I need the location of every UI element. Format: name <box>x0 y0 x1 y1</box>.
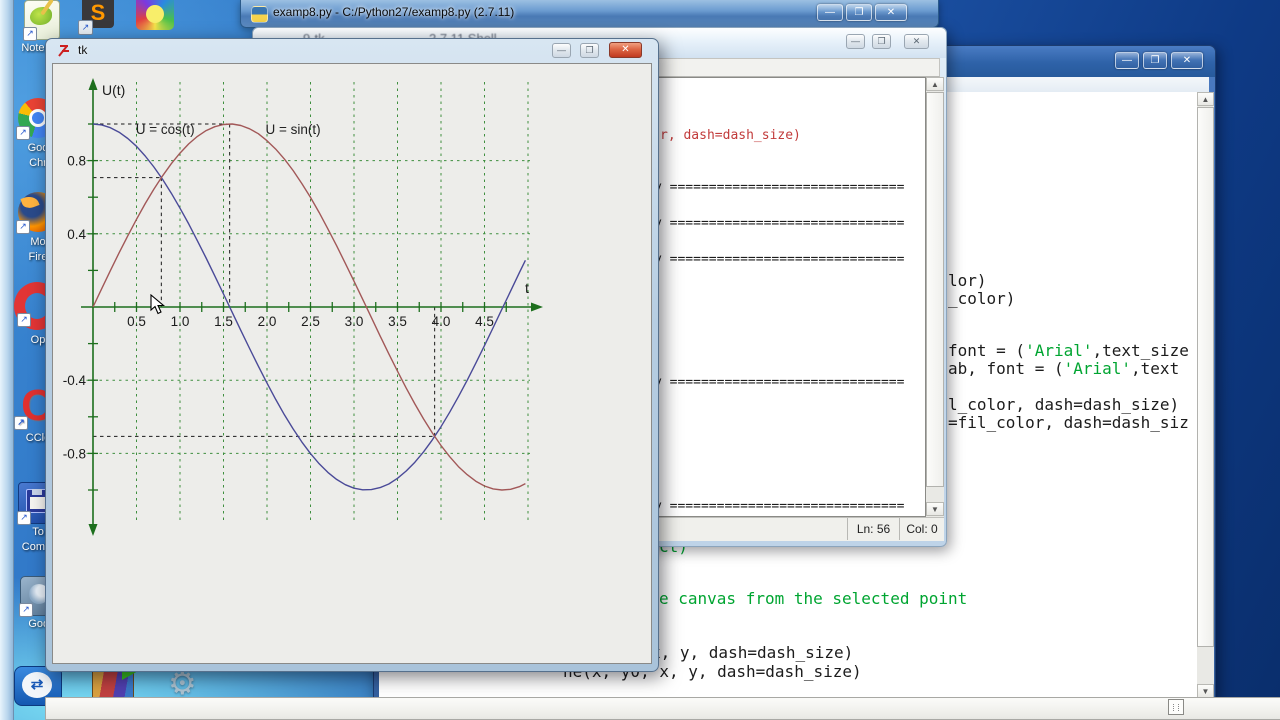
status-line-number: Ln: 56 <box>847 518 899 540</box>
y-axis-title: U(t) <box>102 82 125 98</box>
x-tick-label: 2.0 <box>258 314 277 329</box>
notepad-plus-plus-icon: ↗ <box>23 0 60 41</box>
code-line: y ============================== <box>654 180 905 195</box>
maximize-button[interactable]: ❐ <box>846 4 872 21</box>
code-line: _color) <box>948 289 1016 308</box>
shortcut-arrow-icon: ↗ <box>14 416 28 430</box>
mouse-cursor <box>150 294 166 315</box>
x-tick-label: 3.5 <box>388 314 407 329</box>
tk-icon <box>58 45 69 57</box>
shortcut-arrow-icon: ↗ <box>19 603 33 617</box>
minimize-button[interactable]: — <box>846 34 865 49</box>
y-tick-label: 0.4 <box>67 227 86 242</box>
y-axis-arrow-up <box>88 78 98 90</box>
x-tick-label: 3.0 <box>345 314 364 329</box>
window-title: examp8.py - C:/Python27/examp8.py (2.7.1… <box>273 5 515 19</box>
y-tick-label: 0.8 <box>67 154 86 169</box>
shortcut-arrow-icon: ↗ <box>17 511 31 525</box>
close-button[interactable]: ✕ <box>875 4 907 21</box>
scroll-up-arrow[interactable]: ▲ <box>926 77 944 91</box>
shortcut-arrow-icon: ↗ <box>17 313 31 327</box>
x-tick-label: 4.5 <box>475 314 494 329</box>
code-line: y ============================== <box>654 375 905 390</box>
scroll-up-arrow[interactable]: ▲ <box>1197 92 1214 106</box>
floppy-label <box>30 497 46 509</box>
code-line: r, dash=dash_size) <box>660 128 801 143</box>
maximize-button[interactable]: ❐ <box>872 34 891 49</box>
minimize-button[interactable]: — <box>552 43 571 58</box>
curve-label: U = cos(t) <box>136 122 195 137</box>
left-window-edge <box>0 0 14 720</box>
window-tk: tk — ❐ ✕ 0.5 1.0 1.5 2.0 2.5 3.0 3.5 4.0 4.5 0.8 0… <box>45 38 659 672</box>
vertical-scrollbar[interactable]: ▲ ▼ <box>1197 92 1214 699</box>
code-line: font = ('Arial',text_size <box>948 341 1189 360</box>
floppy-shutter <box>32 489 42 495</box>
curve-label: U = sin(t) <box>266 122 321 137</box>
code-line: lor) <box>948 271 987 290</box>
scroll-down-arrow[interactable]: ▼ <box>926 502 944 516</box>
shortcut-arrow-icon: ↗ <box>16 220 30 234</box>
scrollbar-thumb[interactable] <box>926 92 944 487</box>
desktop-icon-sublime-text[interactable]: S ↗ <box>78 0 122 40</box>
desktop: ↗ Notep ↗ Goo Chr ↗ Mo Fire ↗ Op C ↗ CCl… <box>0 0 1280 720</box>
title-bar[interactable]: tk — ❐ ✕ <box>46 39 658 63</box>
python-icon <box>251 6 268 23</box>
x-axis-title: t <box>525 280 529 296</box>
x-axis-arrow-right <box>531 302 543 312</box>
maximize-button[interactable]: ❐ <box>580 43 599 58</box>
close-button[interactable]: ✕ <box>904 34 929 49</box>
x-tick-label: 1.0 <box>171 314 190 329</box>
y-axis-arrow-down <box>88 524 98 536</box>
x-tick-label: 4.0 <box>432 314 451 329</box>
code-line: y ============================== <box>654 499 905 514</box>
status-column-number: Col: 0 <box>899 518 944 540</box>
y-tick-label: -0.8 <box>63 446 86 461</box>
firefox-tail <box>20 193 40 211</box>
colorful-app-center <box>146 5 164 23</box>
code-line: y ============================== <box>654 216 905 231</box>
code-line: e canvas from the selected point <box>659 589 968 608</box>
desktop-icon-colorful-app[interactable] <box>134 0 178 36</box>
teamviewer-circle: ⇄ <box>22 672 52 698</box>
code-line: =fil_color, dash=dash_siz <box>948 413 1189 432</box>
x-tick-label: 1.5 <box>214 314 233 329</box>
code-line: x, y, dash=dash_size) <box>651 643 854 662</box>
shortcut-arrow-icon: ↗ <box>78 20 93 35</box>
vertical-scrollbar[interactable]: ▲ ▼ <box>926 77 944 517</box>
window-editor-top: examp8.py - C:/Python27/examp8.py (2.7.1… <box>240 0 939 28</box>
scrollbar-thumb[interactable] <box>1197 107 1214 647</box>
code-line: ab, font = ('Arial',text <box>948 359 1180 378</box>
shortcut-arrow-icon: ↗ <box>23 27 37 41</box>
x-tick-label: 0.5 <box>127 314 146 329</box>
code-line: y ============================== <box>654 252 905 267</box>
code-line: l_color, dash=dash_size) <box>948 395 1180 414</box>
scroll-down-arrow[interactable]: ▼ <box>1197 684 1214 698</box>
close-button[interactable]: ✕ <box>1171 52 1203 69</box>
close-button[interactable]: ✕ <box>609 42 642 58</box>
maximize-button[interactable]: ❐ <box>1143 52 1167 69</box>
desktop-icon-gear[interactable]: ⚙ <box>164 665 210 701</box>
minimize-button[interactable]: — <box>1115 52 1139 69</box>
tk-canvas[interactable]: 0.5 1.0 1.5 2.0 2.5 3.0 3.5 4.0 4.5 0.8 0.4 -0.4 -0.… <box>52 63 652 664</box>
x-tick-label: 2.5 <box>301 314 320 329</box>
plot-svg: 0.5 1.0 1.5 2.0 2.5 3.0 3.5 4.0 4.5 0.8 0.4 -0.4 -0.… <box>63 78 543 536</box>
bottom-scrollbar-strip[interactable] <box>45 697 1280 720</box>
chrome-center-dot <box>32 112 44 124</box>
minimize-button[interactable]: — <box>817 4 843 21</box>
window-title: tk <box>78 43 88 57</box>
y-tick-label: -0.4 <box>63 373 87 388</box>
colorful-app-icon <box>136 0 174 30</box>
thumb-grip <box>1173 704 1179 711</box>
shortcut-arrow-icon: ↗ <box>16 126 30 140</box>
horizontal-scrollbar-thumb[interactable] <box>1168 699 1184 715</box>
